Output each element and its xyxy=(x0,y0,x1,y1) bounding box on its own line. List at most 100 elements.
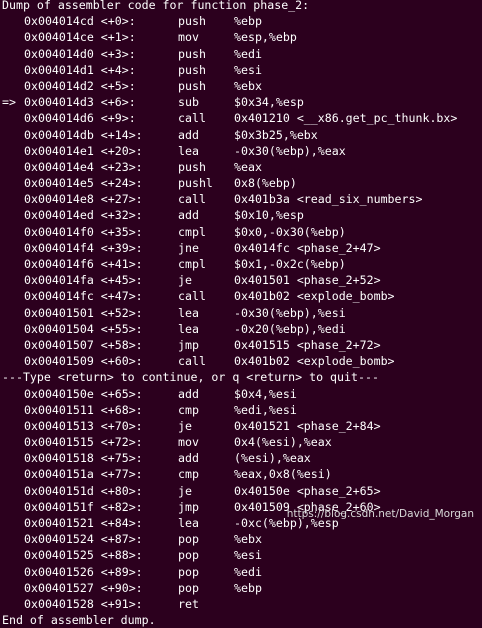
instruction-mnemonic: call xyxy=(178,354,206,369)
instruction-mnemonic: lea xyxy=(178,516,199,530)
instruction-operands: 0x4(%esi),%eax xyxy=(234,435,332,450)
instruction-operands: 0x401501 <phase_2+52> xyxy=(234,273,381,288)
instruction-operands: $0x1,-0x2c(%ebp) xyxy=(234,257,346,271)
instruction-address: 0x00401524 <+87>: xyxy=(24,532,143,547)
instruction-operands: %ebx xyxy=(234,532,262,547)
instruction-line: 0x0040150e <+65>: add $0x4,%esi xyxy=(2,386,482,402)
instruction-line: 0x004014cd <+0>: push %ebp xyxy=(2,13,482,29)
instruction-line: 0x004014d6 <+9>: call 0x401210 <__x86.get_… xyxy=(2,110,482,126)
instruction-mnemonic: pushl xyxy=(178,176,213,191)
instruction-address: 0x00401528 <+91>: xyxy=(24,596,143,611)
instruction-operands: %eax,0x8(%esi) xyxy=(234,467,332,482)
instruction-mnemonic: lea xyxy=(178,143,199,158)
instruction-operands: %ebx xyxy=(234,78,262,93)
instruction-operands: 0x401210 <__x86.get_pc_thunk.bx> xyxy=(234,111,458,126)
instruction-mnemonic: push xyxy=(178,159,206,174)
instruction-mnemonic: pop xyxy=(178,532,199,547)
instruction-line: 0x00401515 <+72>: mov 0x4(%esi),%eax xyxy=(2,434,482,450)
instruction-address: 0x004014ed <+32>: xyxy=(24,208,143,223)
instruction-mnemonic: add xyxy=(178,208,199,223)
instruction-line: 0x00401528 <+91>: ret xyxy=(2,596,482,612)
instruction-address: 0x004014db <+14>: xyxy=(24,127,143,142)
instruction-line: 0x004014e5 <+24>: pushl 0x8(%ebp) xyxy=(2,175,482,191)
instruction-address: 0x00401526 <+89>: xyxy=(24,564,143,579)
instruction-line: 0x00401527 <+90>: pop %ebp xyxy=(2,580,482,596)
instruction-address: 0x004014e5 <+24>: xyxy=(24,176,143,191)
instruction-mnemonic: jmp xyxy=(178,499,199,514)
instruction-address: 0x00401509 <+60>: xyxy=(24,354,143,369)
instruction-mnemonic: cmp xyxy=(178,467,199,482)
instruction-operands: 0x401b3a <read_six_numbers> xyxy=(234,192,423,207)
instruction-mnemonic: push xyxy=(178,62,206,77)
dump-footer: End of assembler dump. xyxy=(2,613,156,628)
instruction-address: 0x004014ce <+1>: xyxy=(24,30,136,45)
assembly-listing-part1: 0x004014cd <+0>: push %ebp 0x004014ce <+1>:… xyxy=(2,13,482,369)
instruction-line: 0x004014e4 <+23>: push %eax xyxy=(2,159,482,175)
pager-prompt: ---Type <return> to continue, or q <retu… xyxy=(2,370,379,385)
instruction-mnemonic: add xyxy=(178,386,199,401)
instruction-operands: -0x30(%ebp),%esi xyxy=(234,305,346,320)
instruction-operands: -0x30(%ebp),%eax xyxy=(234,143,346,158)
instruction-address: 0x00401525 <+88>: xyxy=(24,548,143,563)
dump-header: Dump of assembler code for function phas… xyxy=(2,0,310,12)
instruction-mnemonic: ret xyxy=(178,596,199,611)
instruction-line: 0x004014f4 <+39>: jne 0x4014fc <phase_2+47… xyxy=(2,240,482,256)
instruction-address: 0x0040150e <+65>: xyxy=(24,386,143,401)
instruction-line: 0x00401525 <+88>: pop %esi xyxy=(2,547,482,563)
instruction-line: 0x004014fa <+45>: je 0x401501 <phase_2+52> xyxy=(2,272,482,288)
instruction-line: 0x004014e1 <+20>: lea -0x30(%ebp),%eax xyxy=(2,143,482,159)
instruction-line: 0x004014d2 <+5>: push %ebx xyxy=(2,78,482,94)
instruction-address: 0x004014cd <+0>: xyxy=(24,14,136,29)
instruction-line: 0x00401509 <+60>: call 0x401b02 <explode_b… xyxy=(2,353,482,369)
instruction-line: 0x00401511 <+68>: cmp %edi,%esi xyxy=(2,402,482,418)
instruction-line: 0x004014db <+14>: add $0x3b25,%ebx xyxy=(2,127,482,143)
instruction-operands: $0x34,%esp xyxy=(234,95,304,110)
instruction-operands: $0x4,%esi xyxy=(234,386,297,401)
instruction-mnemonic: push xyxy=(178,78,206,93)
instruction-mnemonic: add xyxy=(178,127,199,142)
instruction-operands: %eax xyxy=(234,159,262,174)
instruction-mnemonic: lea xyxy=(178,321,199,336)
instruction-address: 0x00401507 <+58>: xyxy=(24,337,143,352)
instruction-operands: 0x4014fc <phase_2+47> xyxy=(234,240,381,255)
instruction-mnemonic: je xyxy=(178,273,192,288)
instruction-address: 0x00401504 <+55>: xyxy=(24,321,143,336)
instruction-mnemonic: cmpl xyxy=(178,257,206,271)
instruction-address: 0x0040151f <+82>: xyxy=(24,499,143,514)
instruction-mnemonic: add xyxy=(178,451,199,466)
instruction-address: 0x004014e1 <+20>: xyxy=(24,143,143,158)
instruction-line: 0x004014f0 <+35>: cmpl $0x0,-0x30(%ebp) xyxy=(2,224,482,240)
instruction-operands: %edi xyxy=(234,46,262,61)
instruction-address: 0x00401511 <+68>: xyxy=(24,402,143,417)
instruction-mnemonic: call xyxy=(178,111,206,126)
instruction-address: 0x004014e8 <+27>: xyxy=(24,192,143,207)
instruction-operands: %edi,%esi xyxy=(234,402,297,417)
instruction-operands: %esi xyxy=(234,62,262,77)
instruction-line: 0x00401501 <+52>: lea -0x30(%ebp),%esi xyxy=(2,305,482,321)
instruction-operands: 0x401515 <phase_2+72> xyxy=(234,337,381,352)
instruction-line: 0x0040151a <+77>: cmp %eax,0x8(%esi) xyxy=(2,466,482,482)
watermark: https://blog.csdn.net/David_Morgan xyxy=(286,507,474,520)
instruction-address: 0x004014f0 <+35>: xyxy=(24,224,143,239)
instruction-address: 0x00401518 <+75>: xyxy=(24,451,143,466)
instruction-operands: (%esi),%eax xyxy=(234,451,311,466)
instruction-line: 0x004014d0 <+3>: push %edi xyxy=(2,46,482,62)
instruction-operands: 0x8(%ebp) xyxy=(234,176,297,191)
instruction-mnemonic: lea xyxy=(178,305,199,320)
instruction-operands: $0x0,-0x30(%ebp) xyxy=(234,224,346,239)
instruction-mnemonic: call xyxy=(178,192,206,207)
instruction-mnemonic: cmpl xyxy=(178,224,206,239)
instruction-operands: $0x3b25,%ebx xyxy=(234,127,318,142)
instruction-operands: %edi xyxy=(234,564,262,579)
instruction-address: 0x004014d6 <+9>: xyxy=(24,111,136,126)
instruction-operands: %esi xyxy=(234,548,262,563)
instruction-line: 0x00401526 <+89>: pop %edi xyxy=(2,564,482,580)
instruction-address: 0x004014e4 <+23>: xyxy=(24,159,143,174)
instruction-line: 0x00401524 <+87>: pop %ebx xyxy=(2,531,482,547)
instruction-line: 0x004014ce <+1>: mov %esp,%ebp xyxy=(2,29,482,45)
instruction-mnemonic: cmp xyxy=(178,402,199,417)
instruction-line: 0x004014f6 <+41>: cmpl $0x1,-0x2c(%ebp) xyxy=(2,256,482,272)
instruction-address: 0x004014d1 <+4>: xyxy=(24,62,136,77)
instruction-address: 0x0040151d <+80>: xyxy=(24,483,143,498)
instruction-mnemonic: push xyxy=(178,14,206,29)
